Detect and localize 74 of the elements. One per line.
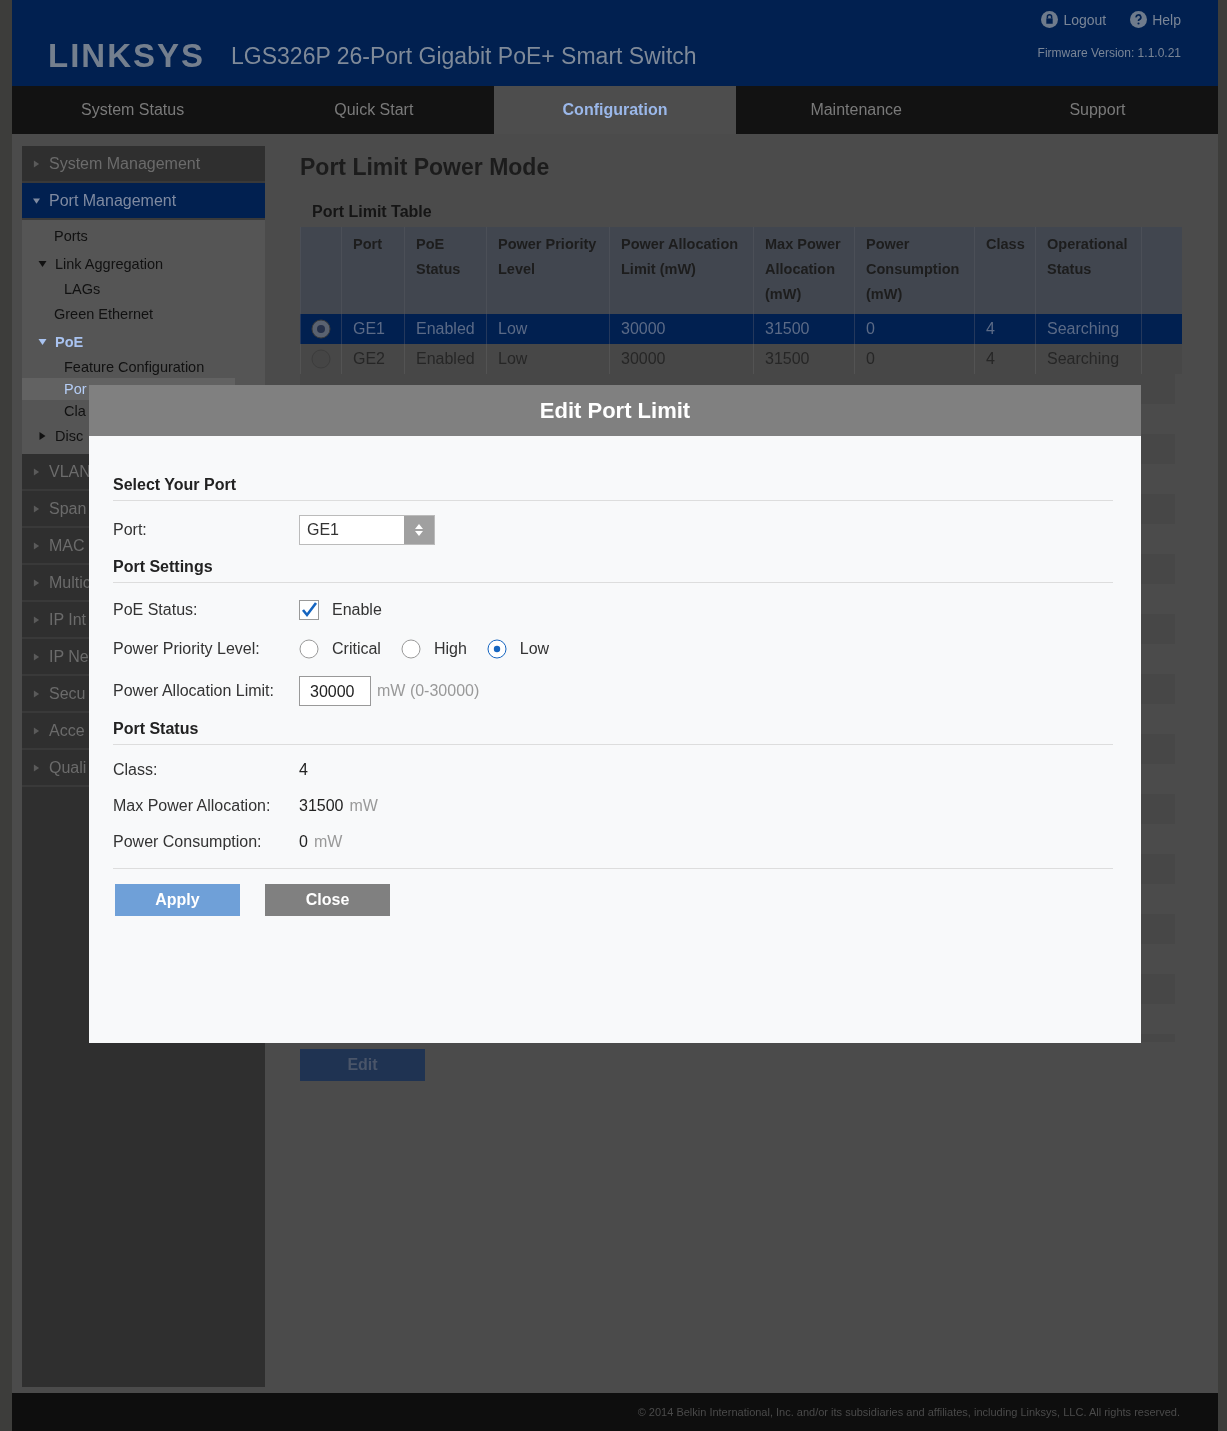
range-hint: mW (0-30000) — [377, 682, 480, 700]
caret-right-icon — [33, 467, 40, 476]
caret-right-icon — [33, 578, 40, 587]
unit-label: mW — [313, 833, 343, 851]
nav-tab[interactable]: Support — [976, 86, 1218, 134]
submenu-item[interactable]: Link Aggregation — [22, 250, 265, 278]
radio-button[interactable] — [400, 638, 421, 659]
radio-label: High — [433, 639, 467, 658]
field-label: Power Priority Level: — [113, 639, 261, 658]
submenu-item[interactable]: Disc — [22, 422, 265, 450]
section-heading: Port Settings — [113, 558, 1113, 583]
nav-tab[interactable]: Configuration — [494, 86, 736, 134]
sidebar-item[interactable]: Port Management — [22, 183, 265, 220]
lock-icon — [1041, 11, 1059, 28]
dialog-title: Edit Port Limit — [539, 397, 691, 424]
submenu-item[interactable]: LAGs — [22, 278, 235, 300]
power-limit-input[interactable]: 30000 — [299, 676, 371, 706]
table-cell: 31500 — [765, 320, 810, 337]
nav-tab[interactable]: System Status — [12, 86, 254, 134]
field-value: 31500 — [299, 797, 344, 815]
checkbox[interactable] — [299, 599, 319, 620]
table-cell: 4 — [986, 320, 995, 337]
logo: LINKSYS — [48, 37, 206, 75]
checkbox-label: Enable — [332, 600, 382, 619]
field-label: Max Power Allocation: — [113, 797, 272, 815]
unit-label: mW — [349, 797, 378, 815]
apply-button[interactable]: Apply — [115, 884, 240, 916]
radio-label: Low — [519, 639, 550, 658]
firmware-version: Firmware Version: 1.1.0.21 — [1037, 46, 1181, 60]
field-label: PoE Status: — [113, 600, 199, 619]
caret-right-icon — [33, 541, 40, 550]
nav-tab[interactable]: Quick Start — [253, 86, 495, 134]
caret-right-icon — [38, 432, 47, 440]
section-heading: Select Your Port — [113, 476, 1113, 501]
table-cell: 0 — [866, 320, 875, 337]
section-heading: Port Status — [113, 720, 1113, 745]
caret-right-icon — [33, 504, 40, 513]
caret-right-icon — [33, 615, 40, 624]
help-icon — [1130, 11, 1148, 28]
caret-right-icon — [33, 763, 40, 772]
submenu-item[interactable]: Ports — [22, 222, 265, 250]
caret-down-icon — [33, 196, 40, 205]
caret-right-icon — [33, 652, 40, 661]
up-down-arrows-icon — [415, 523, 423, 537]
caret-right-icon — [33, 726, 40, 735]
field-label: Power Consumption: — [113, 833, 263, 851]
table-cell: Searching — [1047, 320, 1120, 337]
field-label: Power Allocation Limit: — [113, 682, 275, 700]
logout-link[interactable]: Logout — [1041, 11, 1107, 28]
field-value: 4 — [299, 761, 308, 779]
field-value: 0 — [299, 833, 308, 851]
port-select[interactable]: GE1 — [299, 515, 435, 545]
radio-label: Critical — [332, 639, 381, 658]
submenu-item[interactable]: Green Ethernet — [22, 300, 265, 328]
caret-down-icon — [38, 260, 47, 268]
caret-down-icon — [38, 338, 47, 346]
radio-button[interactable] — [486, 638, 507, 659]
field-label: Port: — [113, 521, 148, 539]
table-row[interactable]: GE1 Enabled Low 30000 31500 0 4 Searching — [300, 314, 1182, 344]
radio-button[interactable] — [299, 638, 319, 659]
table-cell: 30000 — [621, 320, 666, 337]
product-title: LGS326P 26-Port Gigabit PoE+ Smart Switch — [231, 42, 697, 70]
submenu-item[interactable]: PoE — [22, 328, 265, 356]
caret-right-icon — [33, 159, 40, 168]
submenu-item[interactable]: Feature Configuration — [22, 356, 235, 378]
field-label: Class: — [113, 761, 159, 779]
help-link[interactable]: Help — [1130, 11, 1181, 28]
table-cell: Enabled — [416, 320, 475, 337]
caret-right-icon — [33, 689, 40, 698]
close-button[interactable]: Close — [265, 884, 390, 916]
table-cell: GE1 — [353, 320, 385, 337]
radio-button[interactable] — [311, 319, 331, 339]
nav-tab[interactable]: Maintenance — [735, 86, 977, 134]
table-cell: Low — [498, 320, 528, 337]
